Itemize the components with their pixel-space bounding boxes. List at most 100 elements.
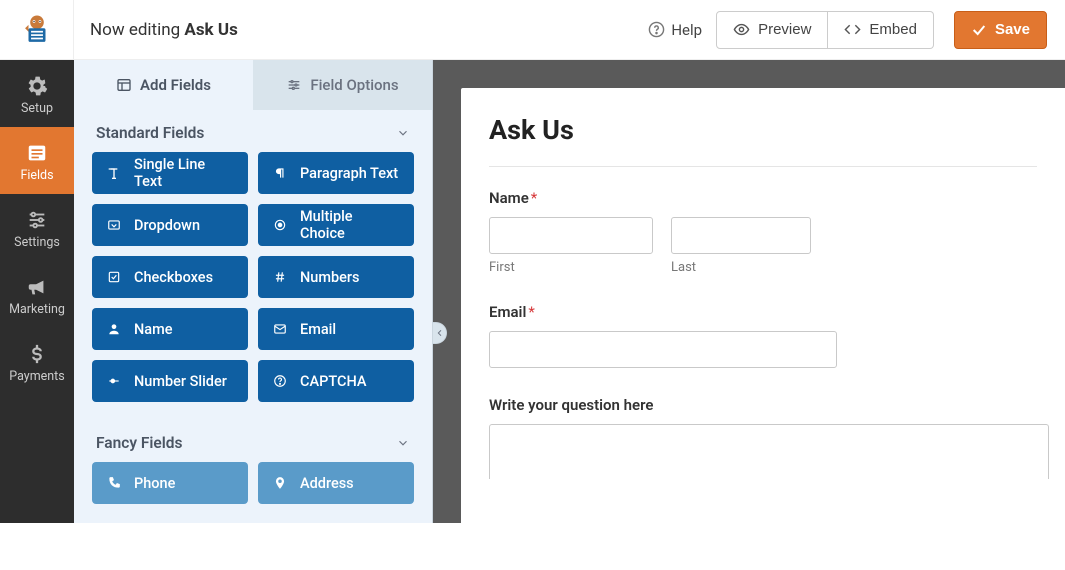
field-address[interactable]: Address [258,462,414,504]
email-input[interactable] [489,331,837,368]
embed-button[interactable]: Embed [828,11,934,49]
question-textarea[interactable] [489,424,1049,479]
checkbox-icon [106,269,122,285]
text-icon [106,165,122,181]
question-icon [272,373,288,389]
preview-embed-group: Preview Embed [716,11,934,49]
help-button[interactable]: Help [648,21,702,39]
field-paragraph-label: Paragraph Text [300,165,398,182]
preview-area: Ask Us Name* First Last Email* [433,60,1065,523]
sliders-icon [286,77,302,93]
nav-settings-label: Settings [14,235,60,250]
tab-add-fields[interactable]: Add Fields [74,60,253,110]
form-icon [26,142,48,164]
field-single-line-label: Single Line Text [134,156,234,190]
field-dropdown[interactable]: Dropdown [92,204,248,246]
nav-fields-label: Fields [20,168,53,183]
logo-cell [0,0,74,60]
field-checkboxes-label: Checkboxes [134,269,213,286]
vertical-nav: Setup Fields Settings Marketing Payments [0,60,74,523]
field-multiple-choice[interactable]: Multiple Choice [258,204,414,246]
bullhorn-icon [26,276,48,298]
form-field-email[interactable]: Email* [489,303,1037,368]
hash-icon [272,269,288,285]
form-field-name[interactable]: Name* First Last [489,189,1037,275]
save-label: Save [995,21,1030,38]
panel-tabs: Add Fields Field Options [74,60,432,110]
group-standard-fields[interactable]: Standard Fields [92,110,414,152]
nav-payments[interactable]: Payments [0,328,74,395]
preview-button[interactable]: Preview [716,11,828,49]
field-email[interactable]: Email [258,308,414,350]
topbar: Now editing Ask Us Help Preview Embed Sa… [74,0,1065,60]
required-asterisk: * [528,303,534,321]
standard-field-grid: Single Line Text Paragraph Text Dropdown… [92,152,414,402]
form-name: Ask Us [184,20,237,40]
nav-marketing[interactable]: Marketing [0,261,74,328]
field-captcha[interactable]: CAPTCHA [258,360,414,402]
field-name[interactable]: Name [92,308,248,350]
gear-icon [26,75,48,97]
first-name-input[interactable] [489,217,653,254]
now-editing-label: Now editing Ask Us [90,20,238,40]
dollar-icon [26,343,48,365]
last-name-col: Last [671,217,811,275]
save-button[interactable]: Save [954,11,1047,49]
email-label: Email* [489,303,1037,321]
sliders-icon [26,209,48,231]
field-number-slider[interactable]: Number Slider [92,360,248,402]
form-field-question[interactable]: Write your question here [489,396,1037,479]
nav-fields[interactable]: Fields [0,127,74,194]
form-canvas[interactable]: Ask Us Name* First Last Email* [461,88,1065,523]
group-fancy-fields[interactable]: Fancy Fields [92,420,414,462]
field-paragraph-text[interactable]: Paragraph Text [258,152,414,194]
dropdown-icon [106,217,122,233]
first-name-col: First [489,217,653,275]
help-icon [648,21,665,38]
layout-icon [116,77,132,93]
nav-payments-label: Payments [9,369,64,384]
last-name-sublabel: Last [671,260,811,275]
field-numbers[interactable]: Numbers [258,256,414,298]
field-name-label: Name [134,321,173,338]
field-single-line-text[interactable]: Single Line Text [92,152,248,194]
user-icon [106,321,122,337]
field-numbers-label: Numbers [300,269,360,286]
topbar-right: Help Preview Embed Save [648,11,1047,49]
name-label: Name* [489,189,1037,207]
divider [489,166,1037,167]
field-phone[interactable]: Phone [92,462,248,504]
eye-icon [733,21,750,38]
name-row: First Last [489,217,1037,275]
field-phone-label: Phone [134,475,175,492]
name-label-text: Name [489,189,529,207]
field-captcha-label: CAPTCHA [300,373,366,390]
field-email-label: Email [300,321,336,338]
code-icon [844,21,861,38]
preview-label: Preview [758,21,811,38]
last-name-input[interactable] [671,217,811,254]
tab-field-options[interactable]: Field Options [253,60,432,110]
panel-body: Standard Fields Single Line Text Paragra… [74,110,432,570]
field-slider-label: Number Slider [134,373,227,390]
chevron-down-icon [396,436,410,450]
chevron-left-icon [436,328,444,338]
tab-add-label: Add Fields [140,76,211,94]
nav-setup-label: Setup [21,101,53,116]
paragraph-icon [272,165,288,181]
fancy-field-grid: Phone Address [92,462,414,504]
group-standard-label: Standard Fields [96,124,204,142]
pin-icon [272,475,288,491]
chevron-down-icon [396,126,410,140]
first-name-sublabel: First [489,260,653,275]
field-checkboxes[interactable]: Checkboxes [92,256,248,298]
envelope-icon [272,321,288,337]
group-fancy-label: Fancy Fields [96,434,183,452]
phone-icon [106,475,122,491]
nav-settings[interactable]: Settings [0,194,74,261]
embed-label: Embed [869,21,917,38]
check-icon [971,22,987,38]
required-asterisk: * [531,189,537,207]
wpforms-logo-icon [20,13,54,47]
nav-setup[interactable]: Setup [0,60,74,127]
